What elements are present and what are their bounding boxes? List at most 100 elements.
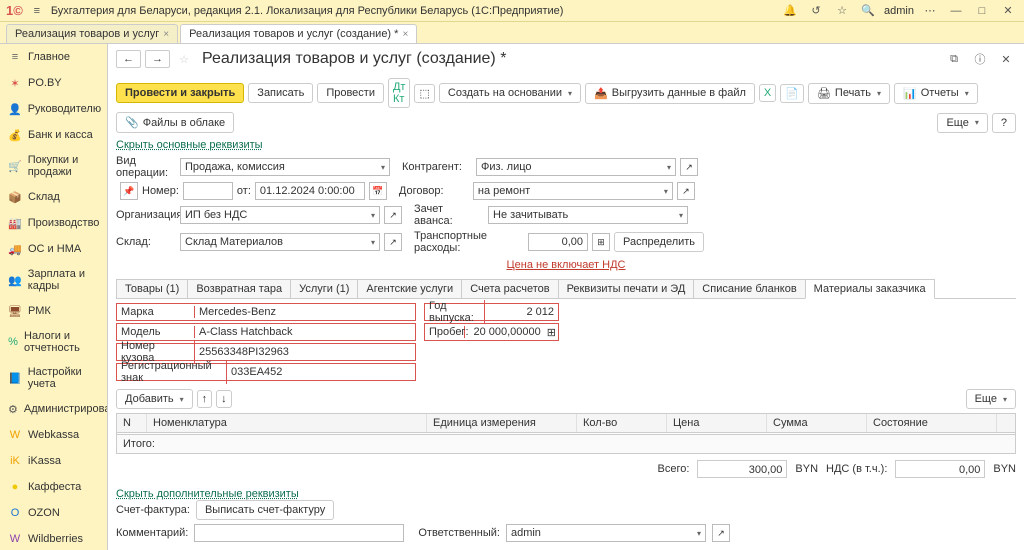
- vat-link[interactable]: Цена не включает НДС: [116, 257, 1016, 273]
- sidebar-item[interactable]: 📘Настройки учета: [0, 360, 107, 396]
- star-icon[interactable]: ☆: [834, 3, 850, 19]
- sidebar-item[interactable]: WWildberries: [0, 526, 107, 550]
- dt-kt-button[interactable]: ДтКт: [388, 78, 411, 108]
- date-input[interactable]: 01.12.2024 0:00:00: [255, 182, 365, 200]
- bell-icon[interactable]: 🔔: [782, 3, 798, 19]
- row-down-icon[interactable]: ↓: [216, 390, 232, 408]
- tab[interactable]: Материалы заказчика: [805, 279, 935, 299]
- user-label[interactable]: admin: [884, 5, 914, 17]
- sidebar-item[interactable]: WWebkassa: [0, 422, 107, 448]
- sidebar-item[interactable]: 🛒Покупки и продажи: [0, 148, 107, 184]
- sklad-open-button[interactable]: ↗: [384, 233, 402, 251]
- sidebar-item[interactable]: ✶PO.BY: [0, 70, 107, 96]
- minimize-icon[interactable]: —: [948, 3, 964, 19]
- sidebar-item[interactable]: 🏭Производство: [0, 210, 107, 236]
- sidebar-item[interactable]: 🚚ОС и НМА: [0, 236, 107, 262]
- post-button[interactable]: Провести: [317, 83, 384, 103]
- org-input[interactable]: ИП без НДС: [180, 206, 380, 224]
- tab[interactable]: Реквизиты печати и ЭД: [558, 279, 695, 298]
- col-header[interactable]: Цена: [667, 414, 767, 432]
- sidebar-item[interactable]: ⚙Администрирование: [0, 396, 107, 422]
- tab[interactable]: Счета расчетов: [461, 279, 558, 298]
- ka-input[interactable]: Физ. лицо: [476, 158, 676, 176]
- org-open-button[interactable]: ↗: [384, 206, 402, 224]
- zav-input[interactable]: Не зачитывать: [488, 206, 688, 224]
- history-icon[interactable]: ↺: [808, 3, 824, 19]
- tab[interactable]: Списание бланков: [693, 279, 805, 298]
- structure-icon[interactable]: ⬚: [414, 84, 434, 103]
- tab[interactable]: Услуги (1): [290, 279, 358, 298]
- tab[interactable]: Агентские услуги: [357, 279, 462, 298]
- col-header[interactable]: N: [117, 414, 147, 432]
- calc-icon[interactable]: ⊞: [545, 326, 558, 339]
- window-tab-active[interactable]: Реализация товаров и услуг (создание) *×: [180, 24, 417, 43]
- sidebar-item[interactable]: 👥Зарплата и кадры: [0, 262, 107, 298]
- create-based-button[interactable]: Создать на основании: [439, 83, 581, 103]
- tab-close-icon[interactable]: ×: [163, 29, 169, 40]
- resp-open-button[interactable]: ↗: [712, 524, 730, 542]
- export-button[interactable]: 📤 Выгрузить данные в файл: [585, 83, 755, 104]
- sidebar-item[interactable]: OOZON: [0, 500, 107, 526]
- print-button[interactable]: 🖨 Печать: [808, 83, 890, 104]
- sidebar-item[interactable]: ●Каффеста: [0, 474, 107, 500]
- vid-op-input[interactable]: Продажа, комиссия: [180, 158, 390, 176]
- excel-icon[interactable]: X: [759, 84, 776, 102]
- table-more-button[interactable]: Еще: [966, 389, 1016, 409]
- col-header[interactable]: Кол-во: [577, 414, 667, 432]
- fav-star-icon[interactable]: ☆: [176, 51, 192, 67]
- close-doc-icon[interactable]: ✕: [998, 51, 1014, 67]
- close-icon[interactable]: ✕: [1000, 3, 1016, 19]
- add-row-button[interactable]: Добавить: [116, 389, 193, 409]
- kuzov-field[interactable]: Номер кузова25563348PI32963: [116, 343, 416, 361]
- dog-open-button[interactable]: ↗: [677, 182, 695, 200]
- sklad-input[interactable]: Склад Материалов: [180, 233, 380, 251]
- nav-fwd-button[interactable]: →: [145, 50, 170, 68]
- sidebar-item[interactable]: ≡Главное: [0, 44, 107, 70]
- god-field[interactable]: Год выпуска:2 012: [424, 303, 559, 321]
- help-button[interactable]: ?: [992, 113, 1016, 133]
- reports-button[interactable]: 📊 Отчеты: [894, 83, 978, 104]
- sf-button[interactable]: Выписать счет-фактуру: [196, 500, 334, 520]
- tab[interactable]: Товары (1): [116, 279, 188, 298]
- pin-icon[interactable]: 📌: [120, 182, 138, 200]
- files-button[interactable]: 📎 Файлы в облаке: [116, 112, 234, 133]
- detach-icon[interactable]: ⧉: [946, 51, 962, 67]
- nav-back-button[interactable]: ←: [116, 50, 141, 68]
- comment-input[interactable]: [194, 524, 404, 542]
- maximize-icon[interactable]: □: [974, 3, 990, 19]
- col-header[interactable]: Единица измерения: [427, 414, 577, 432]
- marka-field[interactable]: МаркаMercedes-Benz: [116, 303, 416, 321]
- tab-close-icon[interactable]: ×: [402, 29, 408, 40]
- sidebar-item[interactable]: 📦Склад: [0, 184, 107, 210]
- calendar-icon[interactable]: 📅: [369, 182, 387, 200]
- probeg-field[interactable]: Пробег:20 000,00000⊞: [424, 323, 559, 341]
- distribute-button[interactable]: Распределить: [614, 232, 704, 252]
- tab[interactable]: Возвратная тара: [187, 279, 291, 298]
- more-button[interactable]: Еще: [937, 113, 987, 133]
- row-up-icon[interactable]: ↑: [197, 390, 213, 408]
- search-icon[interactable]: 🔍: [860, 3, 876, 19]
- hide-main-link[interactable]: Скрыть основные реквизиты: [108, 137, 1024, 153]
- resp-input[interactable]: admin: [506, 524, 706, 542]
- col-header[interactable]: Номенклатура: [147, 414, 427, 432]
- doc-icon[interactable]: 📄: [780, 84, 804, 103]
- write-button[interactable]: Записать: [248, 83, 313, 103]
- sidebar-item[interactable]: 👤Руководителю: [0, 96, 107, 122]
- sidebar-item[interactable]: %Налоги и отчетность: [0, 324, 107, 360]
- col-header[interactable]: Состояние: [867, 414, 997, 432]
- menu-icon[interactable]: ≡: [29, 3, 45, 19]
- ka-open-button[interactable]: ↗: [680, 158, 698, 176]
- num-input[interactable]: [183, 182, 233, 200]
- window-tab[interactable]: Реализация товаров и услуг×: [6, 24, 178, 43]
- model-field[interactable]: МодельA-Class Hatchback: [116, 323, 416, 341]
- tr-input[interactable]: 0,00: [528, 233, 588, 251]
- sidebar-item[interactable]: 💰Банк и касса: [0, 122, 107, 148]
- reg-field[interactable]: Регистрационный знак033EA452: [116, 363, 416, 381]
- hide-extra-link[interactable]: Скрыть дополнительные реквизиты: [116, 488, 299, 500]
- settings-icon[interactable]: ⋯: [922, 3, 938, 19]
- sidebar-item[interactable]: iKiKassa: [0, 448, 107, 474]
- col-header[interactable]: Сумма: [767, 414, 867, 432]
- info-icon[interactable]: ⓘ: [972, 51, 988, 67]
- calc-icon[interactable]: ⊞: [592, 233, 610, 251]
- post-close-button[interactable]: Провести и закрыть: [116, 83, 244, 103]
